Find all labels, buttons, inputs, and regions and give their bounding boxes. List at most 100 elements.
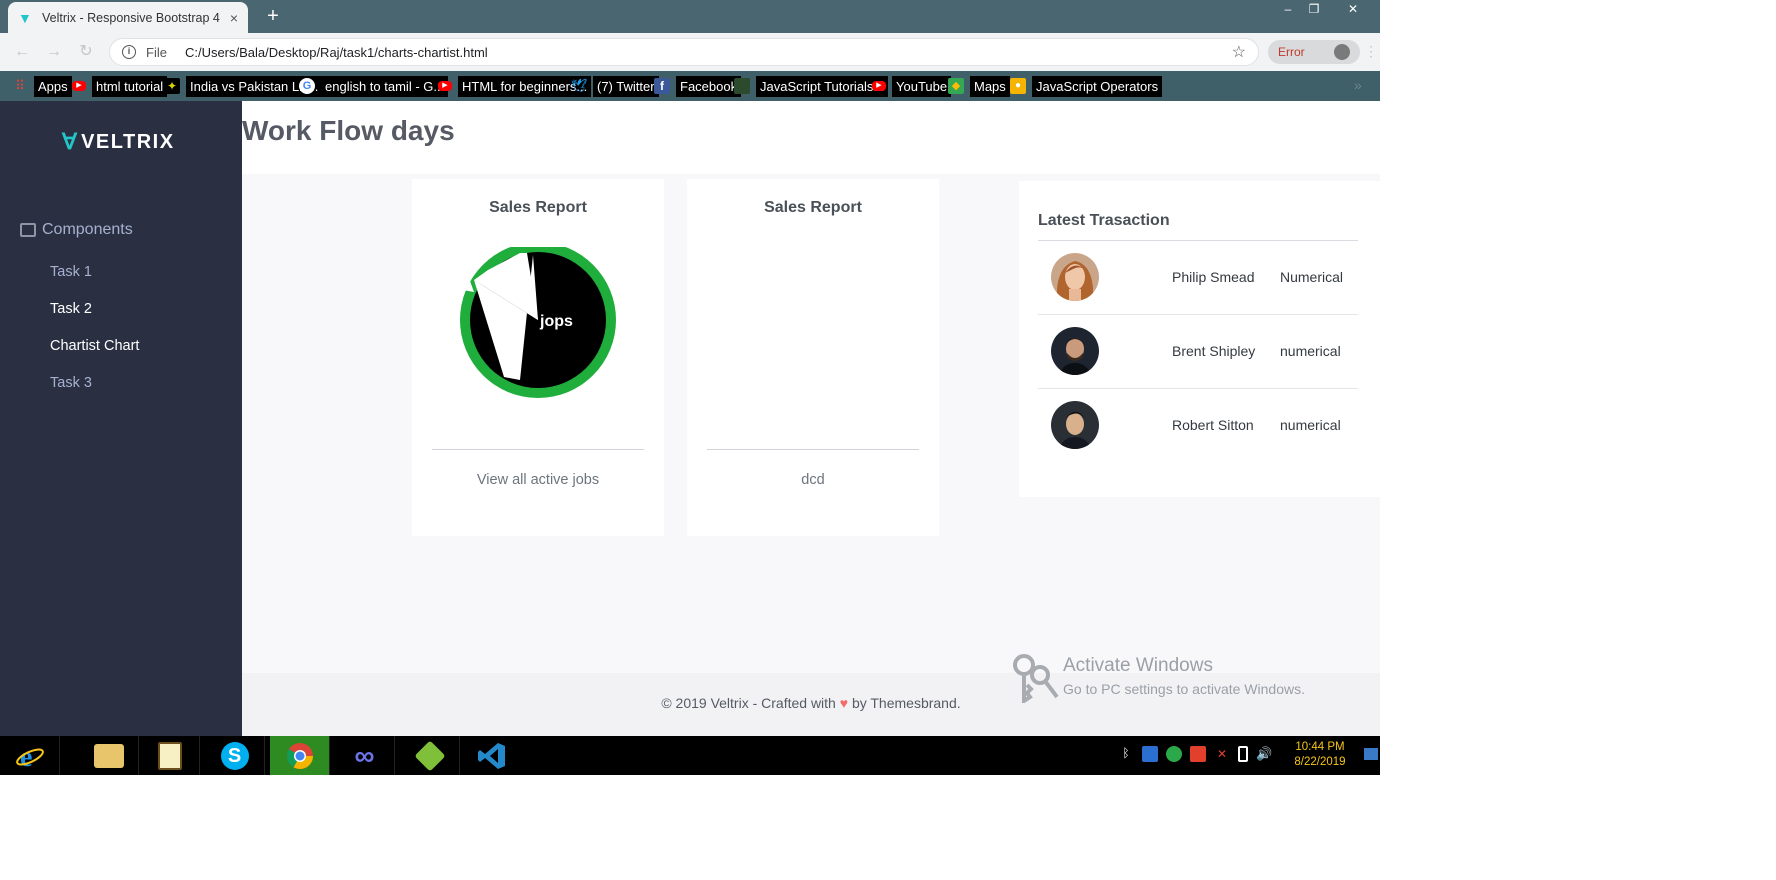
security-shield-icon[interactable] — [1166, 746, 1182, 762]
taskbar-file-explorer[interactable] — [79, 736, 139, 775]
bookmark-javascript-operators[interactable]: ● JavaScript Operators — [1010, 74, 1166, 98]
back-icon[interactable]: ← — [12, 42, 32, 62]
latest-transactions-card: Latest Trasaction Philip Smead Numerical — [1019, 181, 1380, 497]
tab-title: Veltrix - Responsive Bootstrap 4 ... — [42, 10, 224, 25]
netbeans-icon — [413, 739, 446, 772]
show-desktop-button[interactable] — [1364, 748, 1378, 760]
site-icon — [734, 78, 750, 94]
maps-icon: ◆ — [948, 78, 964, 94]
address-url[interactable]: C:/Users/Bala/Desktop/Raj/task1/charts-c… — [185, 45, 1232, 60]
taskbar-clock[interactable]: 10:44 PM 8/22/2019 — [1284, 740, 1356, 770]
taskbar-vscode[interactable] — [462, 736, 522, 775]
profile-error-button[interactable]: Error — [1268, 40, 1360, 64]
transaction-row[interactable]: Brent Shipley numerical — [1038, 315, 1358, 389]
profile-error-text: Error — [1278, 45, 1305, 59]
browser-menu-icon[interactable]: ⋮ — [1364, 43, 1378, 60]
bookmarks-overflow-icon[interactable]: » — [1354, 77, 1362, 93]
windows-taskbar: e S ∞ ᛒ ✕ 🔊 10:44 PM 8/22/2019 — [0, 736, 1380, 775]
bookmark-english-to-tamil[interactable]: G english to tamil - G... — [299, 74, 452, 98]
address-bar[interactable]: i File C:/Users/Bala/Desktop/Raj/task1/c… — [109, 38, 1259, 66]
system-tray: ᛒ ✕ 🔊 — [1118, 746, 1280, 762]
site-icon: ✦ — [164, 78, 180, 94]
profile-avatar-icon — [1334, 44, 1350, 60]
file-explorer-icon — [93, 743, 124, 768]
battery-icon[interactable] — [1238, 746, 1248, 762]
taskbar-skype[interactable]: S — [205, 736, 265, 775]
bookmark-javascript-tutorials[interactable]: JavaScript Tutorials... — [734, 74, 892, 98]
transaction-name: Philip Smead — [1172, 269, 1255, 285]
taskbar-netbeans[interactable] — [400, 736, 460, 775]
components-icon — [20, 223, 36, 237]
sales-report-card-2: Sales Report dcd — [687, 179, 939, 536]
transaction-type: Numerical — [1280, 269, 1344, 285]
sidebar-item-chartist-chart[interactable]: Chartist Chart — [50, 338, 139, 354]
avatar — [1051, 401, 1099, 449]
volume-icon[interactable]: 🔊 — [1256, 746, 1272, 762]
view-all-active-jobs-link[interactable]: View all active jobs — [412, 472, 664, 488]
vscode-icon — [478, 742, 505, 769]
clock-time: 10:44 PM — [1295, 741, 1345, 753]
sidebar-item-task-2[interactable]: Task 2 — [50, 301, 92, 317]
bookmark-html-tutorial[interactable]: ▶ html tutorial — [70, 74, 171, 98]
app-tray-icon[interactable] — [1190, 746, 1206, 762]
card-footer-link[interactable]: dcd — [687, 472, 939, 488]
browser-tab[interactable]: ▼ Veltrix - Responsive Bootstrap 4 ... × — [8, 2, 248, 33]
sidebar-components-menu[interactable]: Components — [20, 221, 133, 239]
bookmarks-bar: ⠿ Apps ▶ html tutorial ✦ India vs Pakist… — [0, 71, 1380, 101]
network-disconnected-icon[interactable]: ✕ — [1214, 746, 1230, 762]
screen: ▼ Veltrix - Responsive Bootstrap 4 ... ×… — [0, 0, 1776, 880]
transaction-name: Brent Shipley — [1172, 343, 1256, 359]
new-tab-button[interactable]: + — [262, 5, 284, 27]
components-label: Components — [42, 221, 133, 238]
bookmark-twitter[interactable]: 🕊 (7) Twitter — [571, 74, 663, 98]
address-scheme: File — [146, 44, 167, 60]
chart-label: jops — [539, 313, 573, 330]
notepad-icon — [157, 741, 182, 770]
apps-grid-icon: ⠿ — [15, 78, 25, 93]
youtube-icon: ▶ — [872, 81, 886, 91]
transaction-type: numerical — [1280, 417, 1341, 433]
veltrix-logo[interactable]: ∀ VELTRIX — [62, 129, 175, 155]
bluetooth-icon[interactable]: ᛒ — [1118, 746, 1134, 762]
veltrix-logo-icon: ∀ — [62, 129, 78, 154]
sidebar-item-task-1[interactable]: Task 1 — [50, 264, 92, 280]
bookmark-maps[interactable]: ◆ Maps — [948, 74, 1014, 98]
restore-window-button[interactable]: ❐ — [1301, 0, 1327, 18]
close-tab-icon[interactable]: × — [230, 10, 238, 26]
logo-text: VELTRIX — [81, 130, 175, 153]
transaction-name: Robert Sitton — [1172, 417, 1254, 433]
google-icon: G — [299, 78, 315, 94]
chrome-icon — [286, 742, 313, 769]
taskbar-chrome[interactable] — [270, 736, 330, 775]
transactions-title: Latest Trasaction — [1038, 212, 1170, 229]
minimize-window-button[interactable]: – — [1275, 0, 1301, 18]
youtube-icon: ▶ — [72, 81, 86, 91]
clock-date: 8/22/2019 — [1294, 756, 1346, 768]
transaction-row[interactable]: Robert Sitton numerical — [1038, 389, 1358, 463]
sidebar-item-task-3[interactable]: Task 3 — [50, 375, 92, 391]
bookmark-youtube[interactable]: ▶ YouTube — [870, 74, 955, 98]
facebook-icon: f — [654, 78, 670, 94]
close-window-button[interactable]: ✕ — [1340, 0, 1366, 18]
taskbar-infinity-app[interactable]: ∞ — [335, 736, 395, 775]
keys-icon — [1013, 654, 1059, 703]
taskbar-internet-explorer[interactable]: e — [0, 736, 60, 775]
page-title: Work Flow days — [242, 115, 455, 146]
taskbar-notepad[interactable] — [140, 736, 200, 775]
page-header: Work Flow days — [242, 101, 1380, 174]
network-adapter-icon[interactable] — [1142, 746, 1158, 762]
bookmark-facebook[interactable]: f Facebook — [654, 74, 745, 98]
avatar — [1051, 253, 1099, 301]
bookmark-star-icon[interactable]: ☆ — [1232, 42, 1246, 62]
twitter-icon: 🕊 — [571, 78, 588, 93]
site-info-icon[interactable]: i — [122, 45, 136, 59]
transaction-row[interactable]: Philip Smead Numerical — [1038, 241, 1358, 315]
forward-icon[interactable]: → — [44, 42, 64, 62]
transaction-type: numerical — [1280, 343, 1341, 359]
copyright-text: © 2019 Veltrix - Crafted with ♥ by Theme… — [661, 695, 961, 711]
reload-icon[interactable]: ↻ — [76, 42, 96, 62]
bookmark-apps[interactable]: ⠿ Apps — [12, 74, 76, 98]
browser-toolbar: ← → ↻ i File C:/Users/Bala/Desktop/Raj/t… — [0, 33, 1380, 71]
card-title: Sales Report — [764, 199, 862, 216]
veltrix-favicon-icon: ▼ — [18, 9, 32, 26]
